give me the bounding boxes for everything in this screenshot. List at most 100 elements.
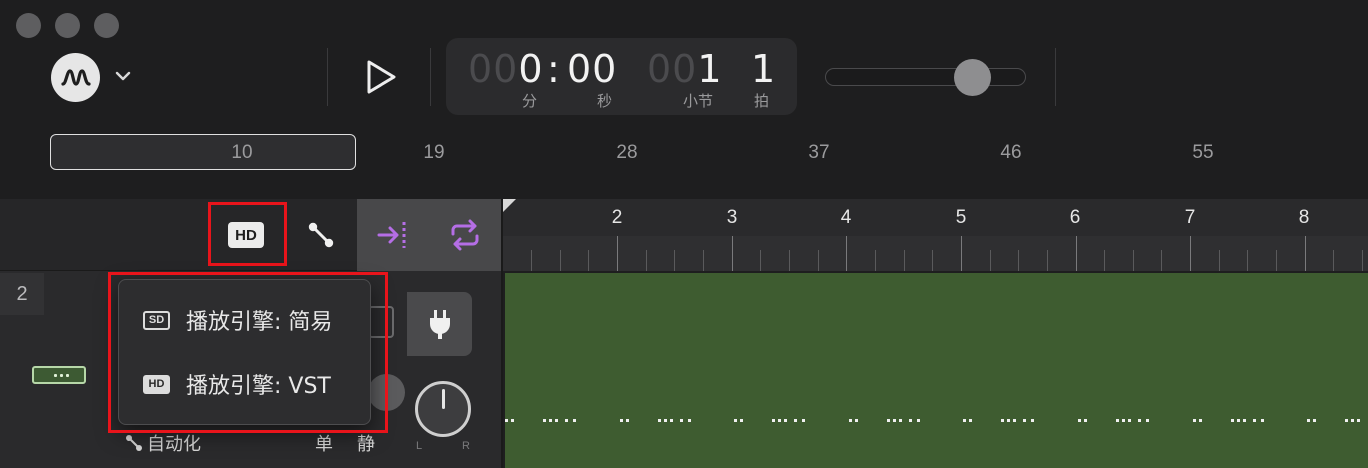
beat-label: 拍 <box>754 93 770 110</box>
overview-label: 46 <box>1000 142 1022 163</box>
midi-note <box>1236 419 1240 422</box>
timeline-tick <box>960 236 962 271</box>
midi-note <box>892 419 896 422</box>
timeline-tick <box>932 250 934 271</box>
mute-button[interactable]: 静 <box>357 430 375 456</box>
zoom-window-button[interactable] <box>94 13 119 38</box>
song-overview[interactable]: 10 19 28 37 46 55 <box>0 134 1368 170</box>
minimize-window-button[interactable] <box>55 13 80 38</box>
midi-note <box>740 419 744 422</box>
midi-note <box>1198 419 1202 422</box>
solo-button[interactable]: 单 <box>315 430 333 456</box>
track-number: 2 <box>0 273 44 315</box>
midi-note <box>1252 419 1256 422</box>
timeline-ruler[interactable]: 2 3 4 5 6 7 8 <box>503 199 1368 271</box>
track-automation-button[interactable]: 自动化 <box>125 430 201 456</box>
time-display[interactable]: 000 : 00 001 1 分 秒 小节 拍 <box>446 38 797 115</box>
midi-note <box>734 419 738 422</box>
midi-note <box>1007 419 1011 422</box>
close-window-button[interactable] <box>16 13 41 38</box>
timeline-tick <box>1046 250 1048 271</box>
overview-label: 19 <box>423 142 445 163</box>
midi-note <box>679 419 683 422</box>
timeline-tick <box>1132 250 1134 271</box>
midi-note <box>1084 419 1087 422</box>
timeline-tick <box>531 250 533 271</box>
midi-note <box>543 419 546 422</box>
midi-note <box>848 419 852 422</box>
app-menu-button[interactable] <box>51 53 100 102</box>
bar-label: 小节 <box>683 93 714 110</box>
timeline-tick <box>1018 250 1020 271</box>
toolbar-divider <box>1055 48 1056 106</box>
bar-number: 2 <box>611 207 623 228</box>
midi-note <box>1307 419 1311 422</box>
automation-icon <box>126 435 142 451</box>
midi-note <box>772 419 776 422</box>
loop-icon[interactable] <box>448 218 482 252</box>
midi-note <box>802 419 806 422</box>
timeline-tick <box>903 250 905 271</box>
timeline-tick <box>817 250 819 271</box>
automation-icon[interactable] <box>306 220 336 250</box>
midi-note <box>625 419 629 422</box>
bar-number: 4 <box>840 207 852 228</box>
instrument-icon <box>32 366 86 384</box>
timeline-ticks <box>503 236 1368 271</box>
pan-right-label: R <box>462 440 470 452</box>
overview-visible-range[interactable] <box>50 134 356 170</box>
overview-label: 55 <box>1192 142 1214 163</box>
midi-note <box>854 419 858 422</box>
midi-note <box>1146 419 1149 422</box>
midi-note <box>619 419 623 422</box>
midi-note <box>1192 419 1196 422</box>
timeline-tick <box>1161 250 1163 271</box>
timeline-tick <box>703 250 705 271</box>
timeline-tick <box>1104 250 1106 271</box>
toolbar-divider <box>327 48 328 106</box>
midi-note <box>1116 419 1119 422</box>
midi-note <box>1138 419 1141 422</box>
seconds-label: 秒 <box>597 93 613 110</box>
midi-note <box>505 419 508 422</box>
midi-note <box>916 419 920 422</box>
highlight-box <box>108 272 388 433</box>
master-volume-slider[interactable] <box>825 68 1026 86</box>
midi-region[interactable] <box>505 273 1368 468</box>
waveform-logo-icon <box>60 68 91 86</box>
chevron-down-icon[interactable] <box>113 66 133 86</box>
overview-label: 37 <box>808 142 830 163</box>
snap-to-icon[interactable] <box>376 218 410 252</box>
bar-number: 6 <box>1069 207 1081 228</box>
bar-value: 001 <box>647 47 723 91</box>
midi-note <box>886 419 890 422</box>
midi-note <box>784 419 788 422</box>
playhead[interactable] <box>503 199 516 212</box>
timeline-tick <box>559 250 561 271</box>
midi-note <box>663 419 667 422</box>
midi-note <box>1345 419 1349 422</box>
midi-note <box>549 419 552 422</box>
midi-note <box>794 419 798 422</box>
plugin-button[interactable] <box>407 292 472 356</box>
master-volume-knob[interactable] <box>954 59 992 96</box>
overview-label: 28 <box>616 142 638 163</box>
midi-note <box>687 419 691 422</box>
pan-knob[interactable] <box>415 381 471 437</box>
midi-note <box>1013 419 1017 422</box>
minutes-value: 000 <box>468 47 544 91</box>
midi-note <box>511 419 514 422</box>
bar-number: 3 <box>726 207 738 228</box>
timeline-tick <box>1247 250 1249 271</box>
midi-note <box>1078 419 1081 422</box>
midi-note <box>969 419 973 422</box>
bar-number: 7 <box>1184 207 1196 228</box>
toolbar-divider <box>430 48 431 106</box>
timeline-tick <box>588 250 590 271</box>
timeline-tick <box>1362 250 1363 271</box>
play-button[interactable] <box>361 58 399 96</box>
timeline-tick <box>731 236 733 271</box>
bar-number: 5 <box>955 207 967 228</box>
midi-note <box>778 419 782 422</box>
timeline-tick <box>674 250 676 271</box>
